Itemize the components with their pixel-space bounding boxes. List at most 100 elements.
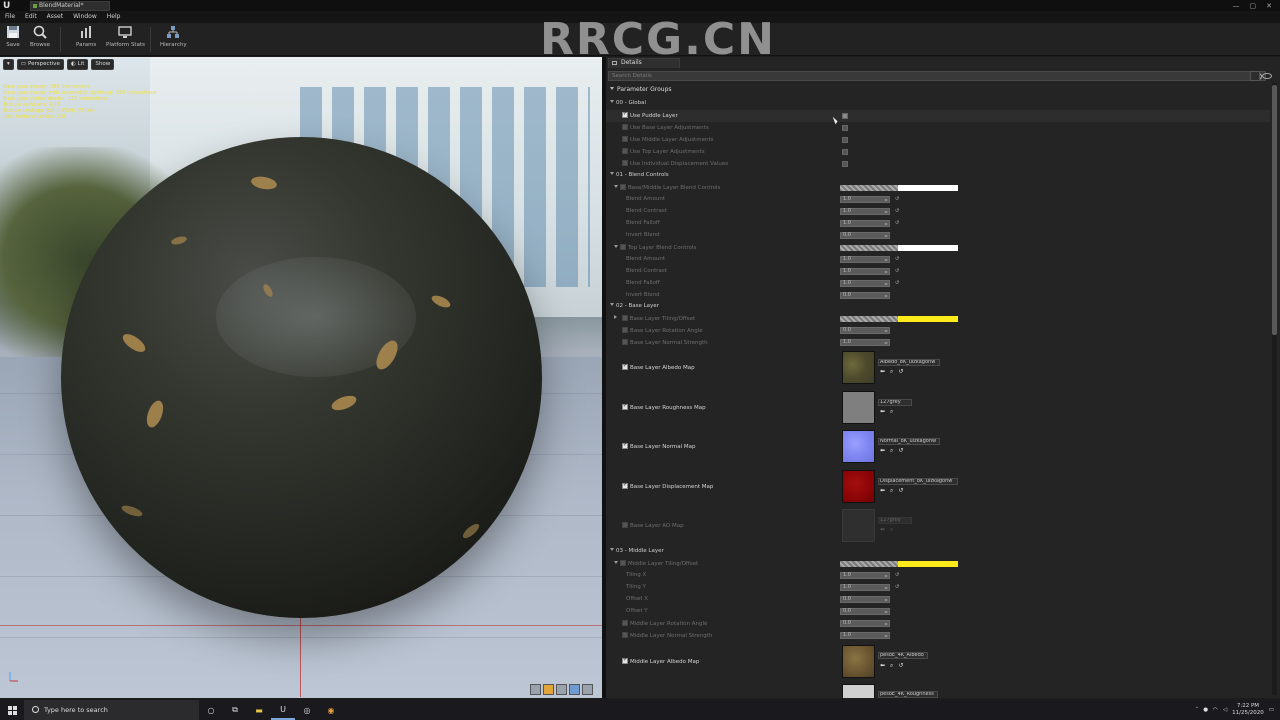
browse-asset-icon[interactable]: ⌕ (890, 447, 893, 455)
cortana-icon[interactable]: ○ (199, 700, 223, 720)
param-row[interactable]: Blend Amount 1.0 ↺ (606, 254, 1270, 266)
reset-arrow-icon[interactable]: ↺ (895, 572, 899, 578)
override-checkbox[interactable] (622, 148, 628, 154)
browse-button[interactable]: Browse (30, 25, 50, 55)
teapot-icon[interactable] (582, 684, 593, 695)
browse-asset-icon[interactable]: ⌕ (890, 526, 893, 534)
blend-contrast-field[interactable]: 1.0 (840, 208, 890, 215)
param-row[interactable]: Blend Amount 1.0 ↺ (606, 194, 1270, 206)
blend-falloff-field[interactable]: 1.0 (840, 220, 890, 227)
browse-asset-icon[interactable]: ⌕ (890, 368, 893, 376)
value-checkbox[interactable] (842, 161, 848, 167)
param-row[interactable]: Base Layer Normal Strength 1.0 (606, 337, 1270, 349)
param-row[interactable]: Base/Middle Layer Blend Controls (606, 182, 1270, 194)
taskbar-search[interactable]: Type here to search (24, 700, 199, 720)
roughness-texture-dropdown[interactable]: 127grey (878, 399, 912, 406)
plane-icon[interactable] (556, 684, 567, 695)
param-row[interactable]: Middle Layer Normal Strength 1.0 (606, 630, 1270, 642)
override-checkbox[interactable] (622, 339, 628, 345)
middle-normal-strength-field[interactable]: 1.0 (840, 632, 890, 639)
normal-texture-dropdown[interactable]: Normal_8K_ulzkagohw (878, 438, 940, 445)
override-checkbox[interactable] (620, 560, 626, 566)
use-selected-icon[interactable]: ⬅ (880, 447, 885, 455)
color-swatch[interactable] (840, 561, 958, 567)
param-row[interactable]: Top Layer Blend Controls (606, 242, 1270, 254)
details-tab[interactable]: Details (608, 58, 680, 68)
param-row[interactable]: Use Individual Displacement Values (606, 158, 1270, 170)
top-blend-amount-field[interactable]: 1.0 (840, 256, 890, 263)
file-explorer-icon[interactable]: ▬ (247, 700, 271, 720)
reset-arrow-icon[interactable]: ↺ (895, 584, 899, 590)
override-checkbox[interactable] (620, 184, 626, 190)
unreal-editor-taskbar-icon[interactable]: U (271, 700, 295, 720)
param-row[interactable]: Tiling X 1.0 ↺ (606, 570, 1270, 582)
browse-asset-icon[interactable]: ⌕ (890, 662, 893, 670)
reset-arrow-icon[interactable]: ↺ (895, 256, 899, 262)
base-normal-strength-field[interactable]: 1.0 (840, 339, 890, 346)
override-checkbox[interactable] (620, 244, 626, 250)
param-row[interactable]: Middle Layer Rotation Angle 0.0 (606, 618, 1270, 630)
override-checkbox[interactable] (622, 136, 628, 142)
wifi-icon[interactable]: ◠ (1213, 707, 1218, 713)
clock[interactable]: 7:22 PM 11/25/2020 (1232, 703, 1264, 717)
reset-arrow-icon[interactable]: ↺ (898, 662, 903, 670)
param-row[interactable]: Blend Contrast 1.0 ↺ (606, 266, 1270, 278)
top-invert-blend-field[interactable]: 0.0 (840, 292, 890, 299)
param-row[interactable]: Invert Blend 0.0 (606, 290, 1270, 302)
start-button[interactable] (0, 700, 24, 720)
middle-roughness-dropdown[interactable]: pesoE_4K_Roughness (878, 691, 938, 698)
menu-asset[interactable]: Asset (42, 11, 68, 23)
top-blend-falloff-field[interactable]: 1.0 (840, 280, 890, 287)
group-header-middle-layer[interactable]: 03 - Middle Layer (610, 548, 664, 554)
override-checkbox[interactable] (622, 657, 628, 664)
use-selected-icon[interactable]: ⬅ (880, 487, 885, 495)
menu-window[interactable]: Window (68, 11, 102, 23)
perspective-button[interactable]: ▭ Perspective (16, 59, 64, 70)
reset-arrow-icon[interactable]: ↺ (898, 487, 903, 495)
hierarchy-button[interactable]: Hierarchy (160, 25, 187, 55)
browse-asset-icon[interactable]: ⌕ (890, 487, 893, 495)
group-header-base-layer[interactable]: 02 - Base Layer (610, 303, 659, 309)
use-selected-icon[interactable]: ⬅ (880, 368, 885, 376)
params-button[interactable]: Params (76, 25, 96, 55)
chrome-icon[interactable]: ◉ (319, 700, 343, 720)
albedo-texture-dropdown[interactable]: Albedo_8K_ulzkagohw (878, 359, 940, 366)
use-selected-icon[interactable]: ⬅ (880, 408, 885, 416)
reset-arrow-icon[interactable]: ↺ (898, 447, 903, 455)
param-row[interactable]: Use Middle Layer Adjustments (606, 134, 1270, 146)
middle-roughness-thumbnail[interactable] (842, 684, 875, 698)
tiling-x-field[interactable]: 1.0 (840, 572, 890, 579)
color-swatch[interactable] (840, 316, 958, 322)
override-checkbox[interactable] (622, 403, 628, 410)
microphone-icon[interactable]: ● (1203, 707, 1208, 713)
eye-icon[interactable] (1262, 73, 1272, 79)
param-row[interactable]: Middle Layer Tiling/Offset (606, 558, 1270, 570)
menu-help[interactable]: Help (102, 11, 126, 23)
override-checkbox[interactable] (622, 111, 628, 118)
param-row[interactable]: Use Top Layer Adjustments (606, 146, 1270, 158)
ao-texture-thumbnail[interactable] (842, 509, 875, 542)
value-checkbox[interactable] (842, 149, 848, 155)
param-row[interactable]: Offset Y 0.0 (606, 606, 1270, 618)
close-icon[interactable]: ✕ (1266, 2, 1272, 10)
sphere-icon[interactable] (543, 684, 554, 695)
middle-albedo-dropdown[interactable]: pesoE_4K_Albedo (878, 652, 928, 659)
reset-arrow-icon[interactable]: ↺ (895, 280, 899, 286)
param-row[interactable]: Offset X 0.0 (606, 594, 1270, 606)
param-row[interactable]: Base Layer Tiling/Offset (606, 313, 1270, 325)
reset-arrow-icon[interactable]: ↺ (895, 196, 899, 202)
ao-texture-dropdown[interactable]: 127grey (878, 517, 912, 524)
displacement-texture-thumbnail[interactable] (842, 470, 875, 503)
browse-asset-icon[interactable]: ⌕ (890, 408, 893, 416)
param-row[interactable]: Use Puddle Layer (606, 110, 1270, 122)
viewport-options-button[interactable]: ▾ (3, 59, 14, 70)
notifications-icon[interactable]: ▭ (1269, 707, 1274, 713)
color-swatch[interactable] (840, 245, 958, 251)
minimize-icon[interactable]: — (1233, 2, 1240, 10)
override-checkbox[interactable] (622, 632, 628, 638)
scrollbar-thumb[interactable] (1272, 85, 1277, 335)
offset-y-field[interactable]: 0.0 (840, 608, 890, 615)
tiling-y-field[interactable]: 1.0 (840, 584, 890, 591)
override-checkbox[interactable] (622, 327, 628, 333)
search-input[interactable]: Search Details (608, 71, 1266, 81)
